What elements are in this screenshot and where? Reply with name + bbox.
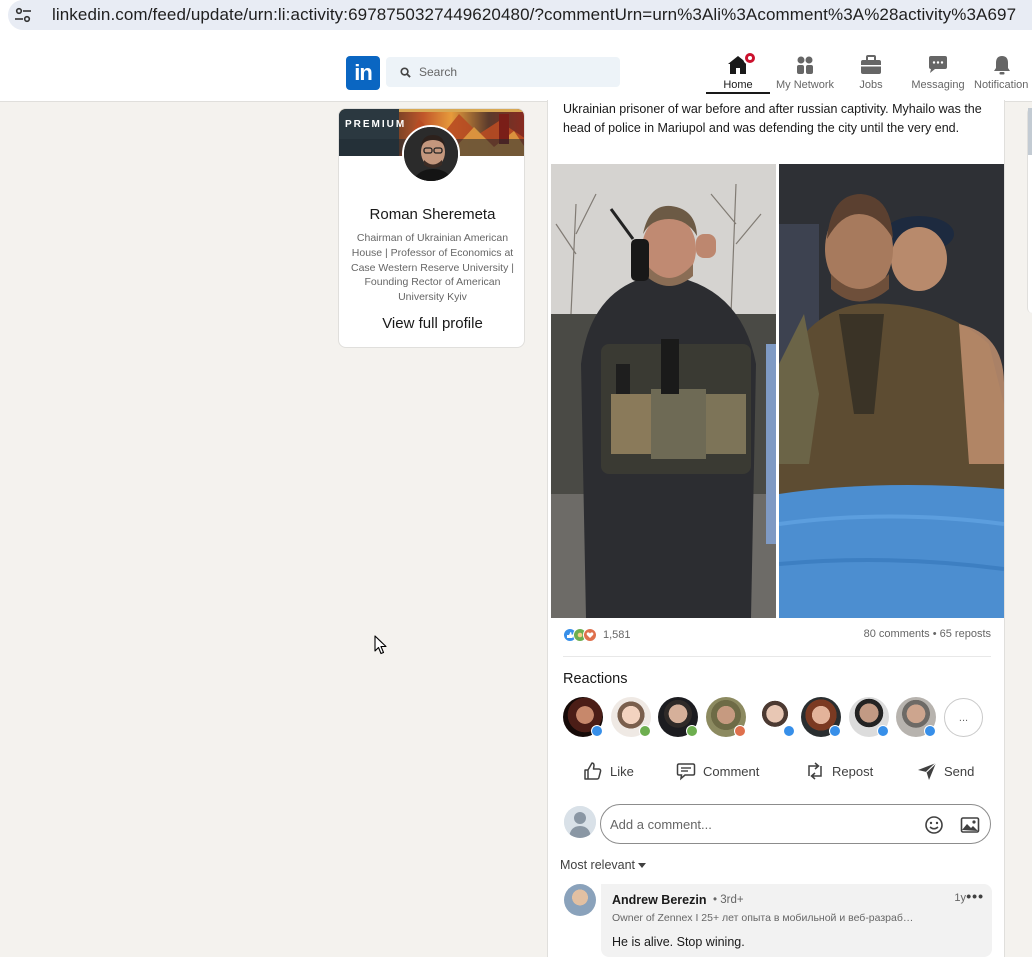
send-icon xyxy=(918,762,937,780)
nav-messaging-label: Messaging xyxy=(911,79,965,91)
search-input[interactable] xyxy=(419,65,599,79)
home-icon xyxy=(727,51,757,76)
celebrate-reaction-icon xyxy=(686,725,698,737)
repost-button[interactable]: Repost xyxy=(805,756,873,786)
comment-time: 1y xyxy=(954,892,966,904)
nav-jobs-label: Jobs xyxy=(859,79,883,91)
post-image[interactable] xyxy=(551,164,1004,618)
celebrate-reaction-icon xyxy=(639,725,651,737)
like-reaction-icon xyxy=(783,725,795,737)
emoji-icon[interactable] xyxy=(924,815,944,840)
repost-icon xyxy=(808,762,822,780)
toolbar-spacer xyxy=(0,30,1032,42)
like-reaction-icon xyxy=(924,725,936,737)
social-counts: 1,581 80 comments • 65 reposts xyxy=(563,628,991,644)
search-icon xyxy=(400,66,411,78)
connection-degree: • 3rd+ xyxy=(713,894,744,906)
comment-author[interactable]: Andrew Berezin xyxy=(612,893,706,907)
comment-input[interactable] xyxy=(610,816,910,832)
profile-card: PREMIUM Roman Sheremeta Chairman of Ukra… xyxy=(338,108,525,348)
post-actions: Like Comment Repost Send xyxy=(563,756,991,786)
more-reactions-button[interactable]: ... xyxy=(944,698,983,737)
profile-name[interactable]: Roman Sheremeta xyxy=(339,206,524,223)
profile-headline: Chairman of Ukrainian American House | P… xyxy=(350,232,514,304)
global-nav: in Home My Network Jobs Messaging Notifi… xyxy=(0,42,1032,102)
nav-my-network-label: My Network xyxy=(775,79,835,91)
comment-bubble: Andrew Berezin • 3rd+ 1y ••• Owner of Ze… xyxy=(601,884,992,957)
sort-label: Most relevant xyxy=(560,858,636,872)
messaging-icon xyxy=(927,54,949,76)
nav-messaging[interactable]: Messaging xyxy=(906,42,970,102)
like-reaction-icon xyxy=(829,725,841,737)
like-button[interactable]: Like xyxy=(583,756,634,786)
mouse-cursor-icon xyxy=(374,635,387,655)
comment-icon xyxy=(676,763,696,781)
right-rail-card-edge xyxy=(1027,108,1032,313)
send-label: Send xyxy=(944,763,975,779)
briefcase-icon xyxy=(860,54,882,76)
image-icon[interactable] xyxy=(960,815,980,840)
like-icon xyxy=(584,762,602,780)
repost-label: Repost xyxy=(832,763,874,779)
search-box[interactable] xyxy=(386,57,620,87)
view-full-profile-link[interactable]: View full profile xyxy=(339,315,524,332)
sort-dropdown[interactable]: Most relevant xyxy=(560,858,647,872)
nav-jobs[interactable]: Jobs xyxy=(847,42,895,102)
stats-divider xyxy=(563,656,991,657)
browser-toolbar: linkedin.com/feed/update/urn:li:activity… xyxy=(0,0,1032,30)
feed-post: Ukrainian prisoner of war before and aft… xyxy=(547,100,1005,957)
comment-box[interactable] xyxy=(600,804,991,844)
nav-notifications-label: Notification xyxy=(974,79,1029,91)
comment-text: He is alive. Stop wining. xyxy=(612,935,745,949)
nav-home[interactable]: Home xyxy=(706,42,770,102)
caret-down-icon xyxy=(638,862,647,868)
comment-author-headline: Owner of Zennex I 25+ лет опыта в мобиль… xyxy=(612,912,914,924)
comment-label: Comment xyxy=(703,763,760,779)
nav-home-label: Home xyxy=(723,79,753,91)
nav-notifications[interactable]: Notification xyxy=(972,42,1032,102)
love-reaction-icon xyxy=(734,725,746,737)
bell-icon xyxy=(972,54,1032,76)
commenter-avatar[interactable] xyxy=(564,884,596,916)
reactions-summary[interactable]: 1,581 xyxy=(563,628,631,642)
post-text: Ukrainian prisoner of war before and aft… xyxy=(563,102,982,135)
like-reaction-icon xyxy=(591,725,603,737)
photo-after-captivity xyxy=(779,164,1004,618)
current-user-avatar xyxy=(564,806,596,838)
notification-badge xyxy=(743,51,757,65)
photo-before-captivity xyxy=(551,164,776,618)
profile-avatar[interactable] xyxy=(402,125,460,183)
like-reaction-icon xyxy=(877,725,889,737)
site-settings-icon[interactable] xyxy=(8,0,38,30)
linkedin-logo[interactable]: in xyxy=(346,56,380,90)
send-button[interactable]: Send xyxy=(917,756,974,786)
reaction-count: 1,581 xyxy=(603,629,631,641)
reactions-title: Reactions xyxy=(563,671,628,687)
address-bar[interactable]: linkedin.com/feed/update/urn:li:activity… xyxy=(8,0,1032,30)
url-text[interactable]: linkedin.com/feed/update/urn:li:activity… xyxy=(52,5,1016,25)
like-label: Like xyxy=(610,763,634,779)
comment-more-button[interactable]: ••• xyxy=(966,888,984,904)
comments-reposts-count[interactable]: 80 comments • 65 reposts xyxy=(864,628,991,640)
comment-button[interactable]: Comment xyxy=(676,756,759,786)
love-reaction-icon xyxy=(583,628,597,642)
premium-label: PREMIUM xyxy=(345,119,407,130)
network-icon xyxy=(794,54,816,76)
nav-my-network[interactable]: My Network xyxy=(772,42,838,102)
